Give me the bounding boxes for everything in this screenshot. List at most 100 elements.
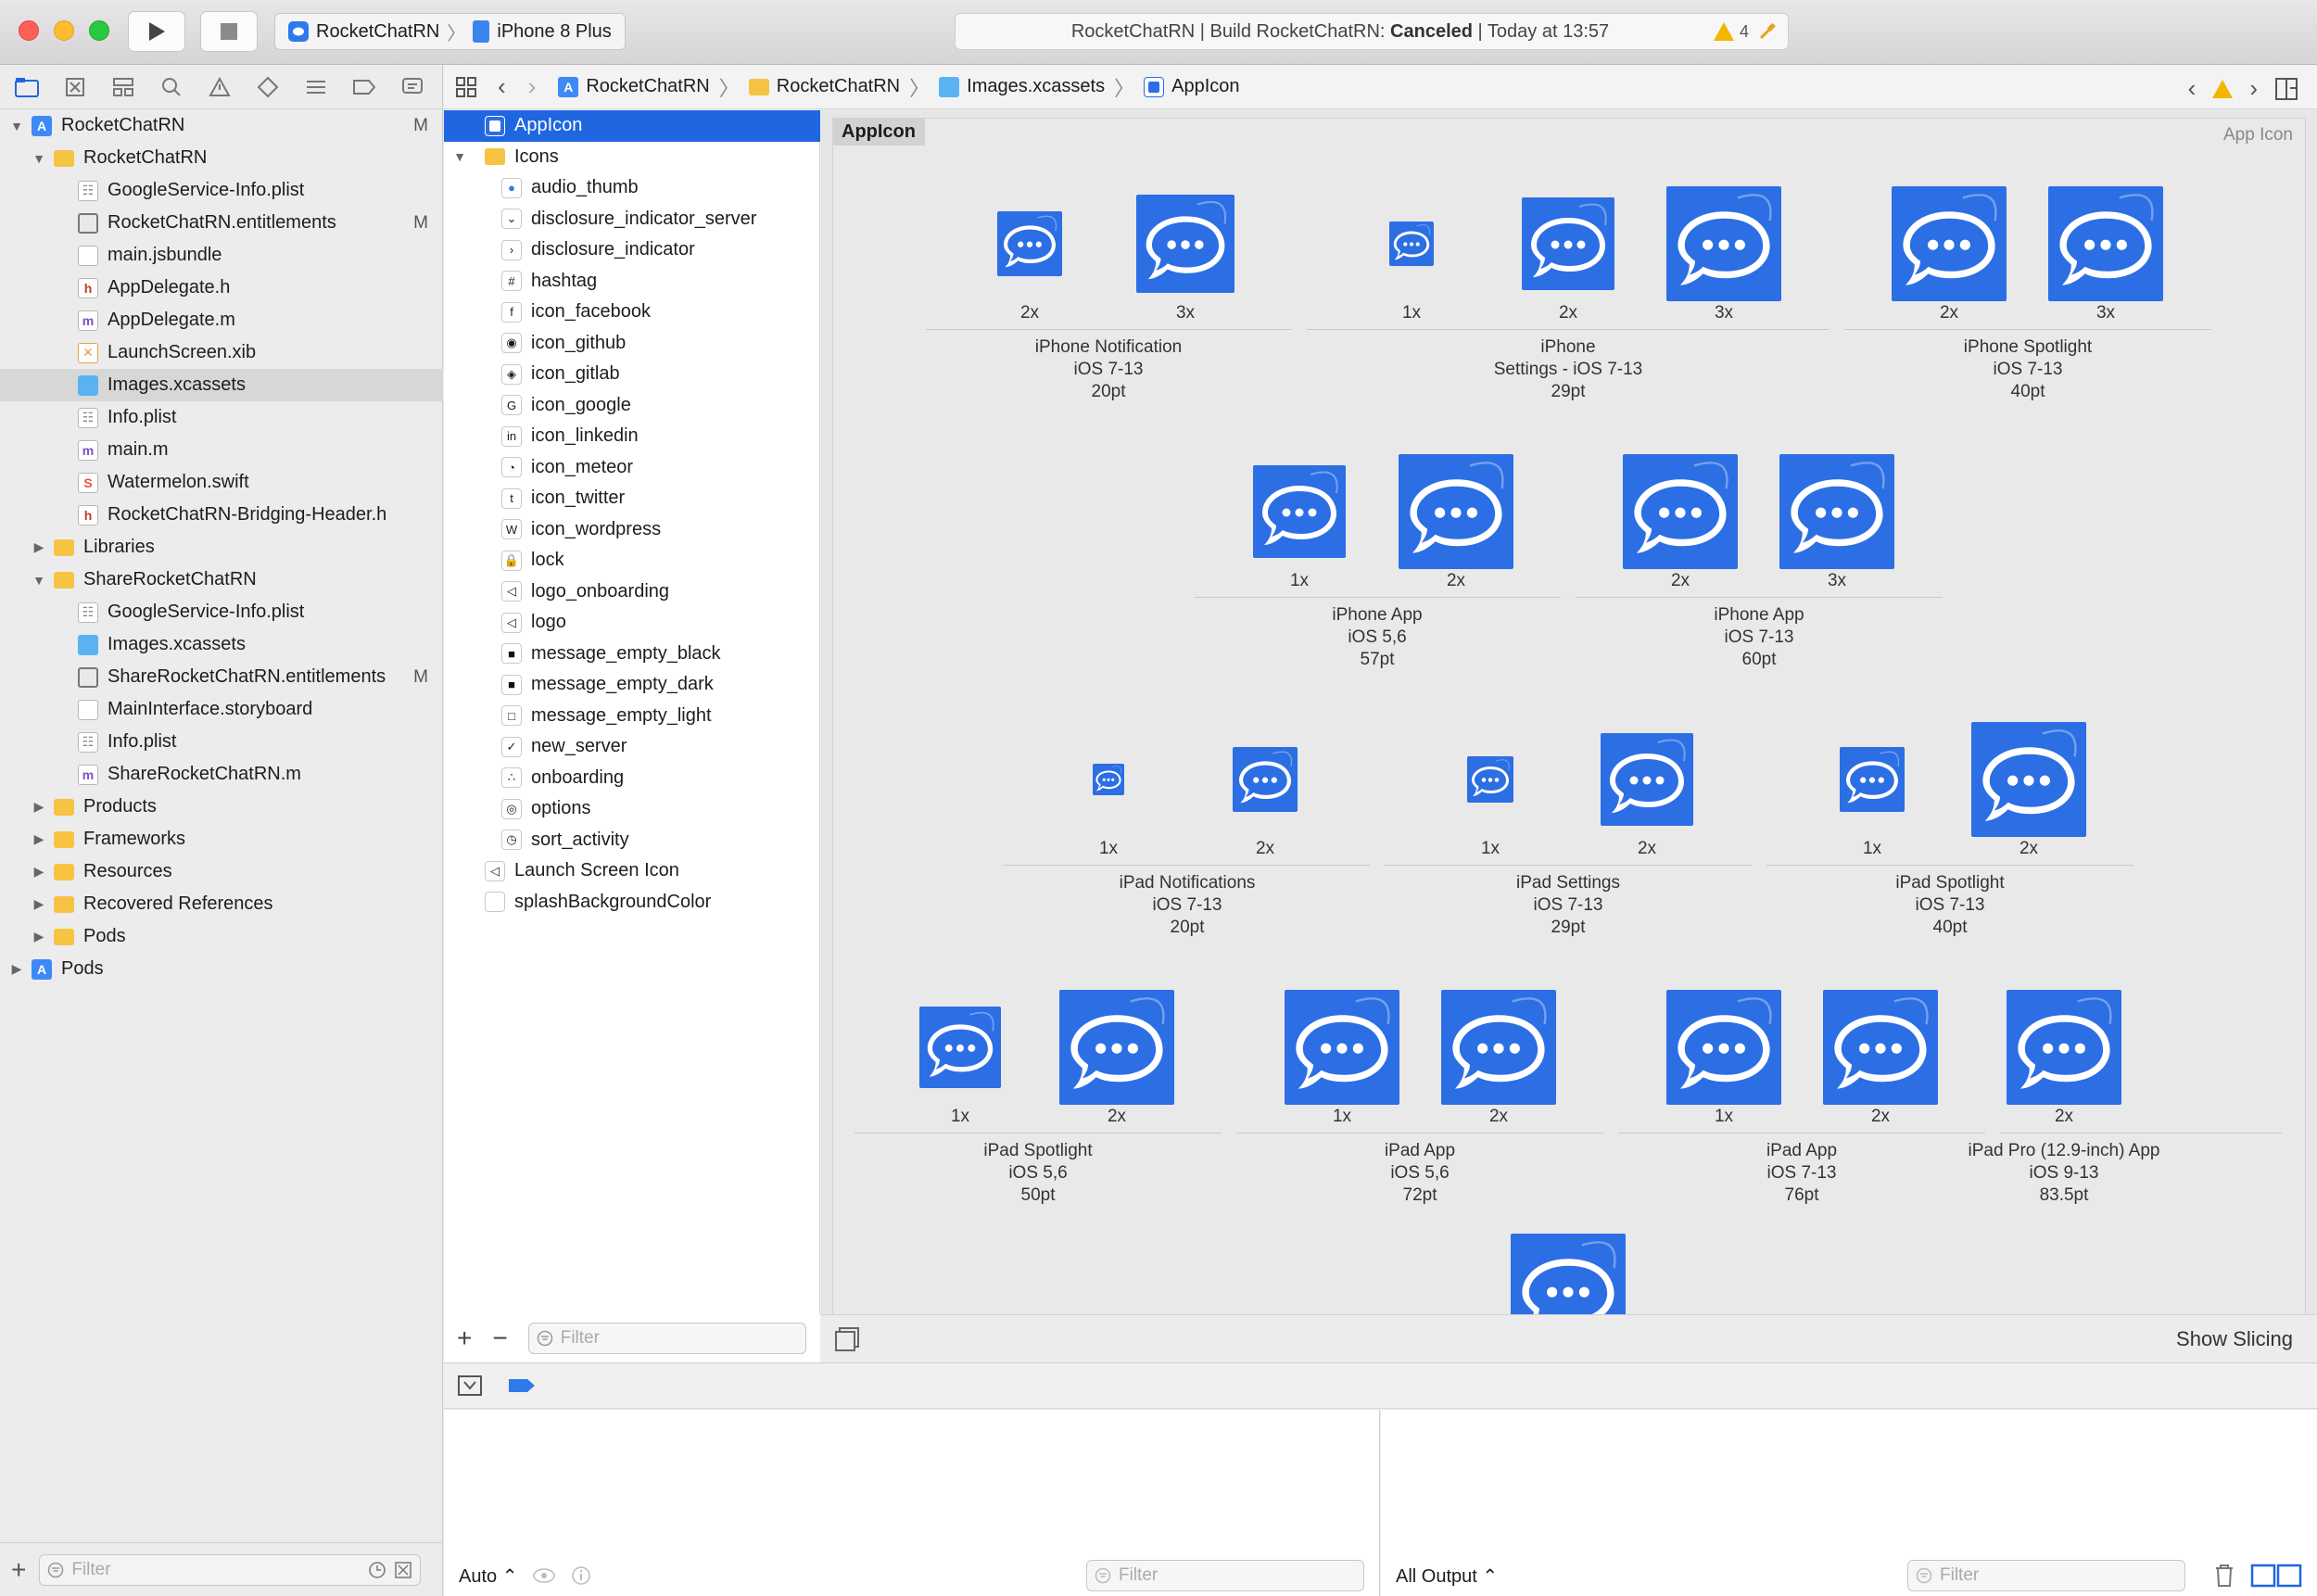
disclosure-open-icon[interactable]: ▼: [32, 573, 46, 588]
app-icon-slot[interactable]: [1666, 990, 1781, 1105]
asset-item[interactable]: □ message_empty_light: [444, 701, 820, 732]
close-window-button[interactable]: [19, 20, 39, 41]
hammer-icon[interactable]: [1758, 22, 1777, 41]
asset-item[interactable]: ◁ logo_onboarding: [444, 576, 820, 608]
asset-folder-icons[interactable]: ▼ Icons: [444, 142, 820, 173]
activity-viewer[interactable]: RocketChatRN | Build RocketChatRN: Cance…: [955, 13, 1789, 50]
app-icon-slot[interactable]: [1059, 990, 1174, 1105]
remove-asset-icon[interactable]: −: [492, 1324, 507, 1353]
app-icon-slot[interactable]: [2048, 186, 2163, 301]
asset-item[interactable]: ◔ icon_meteor: [444, 452, 820, 484]
variables-scope-select[interactable]: Auto ⌃: [459, 1564, 517, 1588]
zoom-window-button[interactable]: [89, 20, 109, 41]
console-filter-field[interactable]: Filter: [1907, 1560, 2185, 1591]
info-icon[interactable]: [571, 1565, 591, 1586]
asset-item[interactable]: ◈ icon_gitlab: [444, 359, 820, 390]
app-icon-slot[interactable]: [1233, 747, 1298, 812]
warning-icon[interactable]: [2212, 79, 2234, 98]
add-asset-icon[interactable]: +: [457, 1324, 472, 1353]
previous-issue-icon[interactable]: ‹: [2188, 74, 2197, 103]
app-icon-slot[interactable]: [1399, 454, 1513, 569]
breakpoint-icon[interactable]: [350, 73, 378, 101]
tree-row-file[interactable]: ☷ GoogleService-Info.plist: [0, 596, 443, 628]
breadcrumb-project[interactable]: A RocketChatRN: [558, 76, 710, 97]
asset-item[interactable]: t icon_twitter: [444, 483, 820, 514]
tree-row-file[interactable]: MainInterface.storyboard: [0, 693, 443, 726]
scheme-selector[interactable]: RocketChatRN 〉 iPhone 8 Plus: [274, 13, 626, 50]
folder-icon[interactable]: [13, 73, 41, 101]
trash-icon[interactable]: [2213, 1564, 2235, 1588]
tree-row-project[interactable]: ▼ A RocketChatRN M: [0, 109, 443, 142]
editor-split-icon[interactable]: [2274, 77, 2298, 101]
asset-item[interactable]: ⌄ disclosure_indicator_server: [444, 204, 820, 235]
warning-icon[interactable]: [1713, 22, 1734, 41]
app-icon-slot[interactable]: [919, 1007, 1001, 1088]
breadcrumb-appicon[interactable]: AppIcon: [1144, 76, 1240, 97]
debug-icon[interactable]: [302, 73, 330, 101]
tree-row-group[interactable]: ▶ Recovered References: [0, 888, 443, 920]
tree-row-file[interactable]: Images.xcassets: [0, 628, 443, 661]
app-icon-slot[interactable]: [1971, 722, 2086, 837]
tree-row-file[interactable]: m main.m: [0, 434, 443, 466]
asset-item[interactable]: splashBackgroundColor: [444, 887, 820, 918]
asset-item[interactable]: ◁ logo: [444, 607, 820, 639]
app-icon-slot[interactable]: [1601, 733, 1693, 826]
asset-item[interactable]: ✓ new_server: [444, 731, 820, 763]
tree-row-file[interactable]: ☷ Info.plist: [0, 726, 443, 758]
tree-row-group[interactable]: ▶ Resources: [0, 855, 443, 888]
app-icon-slot[interactable]: [1093, 764, 1124, 795]
tree-row-file[interactable]: RocketChatRN.entitlements M: [0, 207, 443, 239]
symbol-icon[interactable]: [109, 73, 137, 101]
app-icon-slot[interactable]: [1389, 222, 1434, 266]
console-output-select[interactable]: All Output ⌃: [1396, 1564, 1498, 1588]
tree-row-file[interactable]: h RocketChatRN-Bridging-Header.h: [0, 499, 443, 531]
disclosure-closed-icon[interactable]: ▶: [32, 929, 46, 944]
tree-row-group[interactable]: ▼ RocketChatRN: [0, 142, 443, 174]
asset-item[interactable]: ◁ Launch Screen Icon: [444, 855, 820, 887]
tree-row-file[interactable]: main.jsbundle: [0, 239, 443, 272]
app-icon-slot[interactable]: [997, 211, 1062, 276]
app-icon-slot[interactable]: [2007, 990, 2121, 1105]
app-icon-slot[interactable]: [1779, 454, 1894, 569]
split-console-icon[interactable]: [2250, 1564, 2302, 1588]
report-icon[interactable]: [399, 73, 426, 101]
tree-row-group[interactable]: ▶ Pods: [0, 920, 443, 953]
next-issue-icon[interactable]: ›: [2249, 74, 2258, 103]
app-icon-slot[interactable]: [1892, 186, 2007, 301]
forward-arrow-icon[interactable]: ›: [528, 72, 537, 101]
attributes-icon[interactable]: [834, 1326, 860, 1352]
tree-row-file[interactable]: h AppDelegate.h: [0, 272, 443, 304]
asset-item[interactable]: Gicon_google: [444, 390, 820, 422]
asset-item[interactable]: ■ message_empty_dark: [444, 669, 820, 701]
eye-icon[interactable]: [532, 1567, 556, 1584]
show-slicing-button[interactable]: Show Slicing: [2176, 1327, 2293, 1351]
app-icon-slot[interactable]: [1666, 186, 1781, 301]
back-arrow-icon[interactable]: ‹: [498, 72, 506, 101]
search-icon[interactable]: [158, 73, 185, 101]
breadcrumb-assets[interactable]: Images.xcassets: [939, 76, 1105, 97]
related-items-icon[interactable]: [455, 76, 477, 98]
disclosure-open-icon[interactable]: ▼: [9, 119, 24, 133]
asset-item[interactable]: › disclosure_indicator: [444, 234, 820, 266]
app-icon-slot[interactable]: [1441, 990, 1556, 1105]
minimize-window-button[interactable]: [54, 20, 74, 41]
disclosure-open-icon[interactable]: ▼: [449, 149, 470, 164]
disclosure-closed-icon[interactable]: ▶: [9, 961, 24, 977]
app-icon-slot[interactable]: [1522, 197, 1614, 290]
run-button[interactable]: [128, 11, 185, 52]
app-icon-slot[interactable]: [1467, 756, 1513, 803]
disclosure-closed-icon[interactable]: ▶: [32, 539, 46, 555]
test-icon[interactable]: [254, 73, 282, 101]
app-icon-slot[interactable]: [1623, 454, 1738, 569]
tree-row-file-selected[interactable]: Images.xcassets: [0, 369, 443, 401]
tree-row-file[interactable]: ShareRocketChatRN.entitlements M: [0, 661, 443, 693]
disclosure-closed-icon[interactable]: ▶: [32, 799, 46, 815]
tree-row-file[interactable]: ☷ Info.plist: [0, 401, 443, 434]
tree-row-group[interactable]: ▼ ShareRocketChatRN: [0, 564, 443, 596]
variables-filter-field[interactable]: Filter: [1086, 1560, 1364, 1591]
disclosure-open-icon[interactable]: ▼: [32, 151, 46, 166]
disclosure-closed-icon[interactable]: ▶: [32, 831, 46, 847]
issue-icon[interactable]: [206, 73, 234, 101]
tree-row-project[interactable]: ▶ A Pods: [0, 953, 443, 985]
breadcrumb-group[interactable]: RocketChatRN: [748, 76, 900, 97]
